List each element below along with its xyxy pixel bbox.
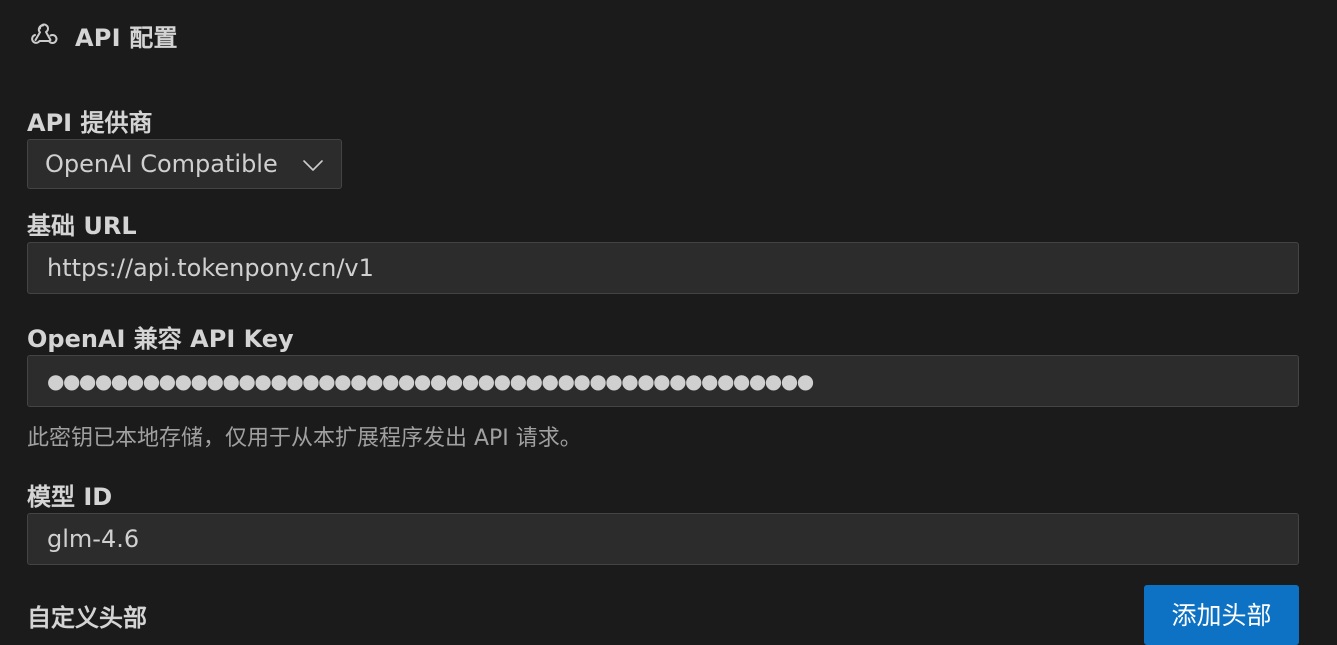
webhook-icon bbox=[27, 19, 59, 51]
add-header-button[interactable]: 添加头部 bbox=[1144, 585, 1299, 645]
provider-label: API 提供商 bbox=[27, 109, 153, 137]
api-key-value: ●●●●●●●●●●●●●●●●●●●●●●●●●●●●●●●●●●●●●●●●… bbox=[47, 369, 814, 393]
model-id-input[interactable]: glm-4.6 bbox=[27, 513, 1299, 565]
base-url-label: 基础 URL bbox=[27, 212, 137, 240]
provider-select-value: OpenAI Compatible bbox=[45, 150, 278, 178]
model-id-label: 模型 ID bbox=[27, 483, 113, 511]
section-header: API 配置 bbox=[27, 18, 178, 52]
api-key-help-text: 此密钥已本地存储，仅用于从本扩展程序发出 API 请求。 bbox=[27, 426, 582, 451]
api-key-input[interactable]: ●●●●●●●●●●●●●●●●●●●●●●●●●●●●●●●●●●●●●●●●… bbox=[27, 355, 1299, 407]
api-key-label: OpenAI 兼容 API Key bbox=[27, 325, 294, 353]
model-id-value: glm-4.6 bbox=[47, 525, 140, 553]
base-url-input[interactable]: https://api.tokenpony.cn/v1 bbox=[27, 242, 1299, 294]
chevron-down-icon bbox=[302, 154, 324, 176]
provider-select[interactable]: OpenAI Compatible bbox=[27, 139, 342, 189]
custom-headers-label: 自定义头部 bbox=[27, 604, 147, 632]
base-url-value: https://api.tokenpony.cn/v1 bbox=[47, 254, 374, 282]
section-title: API 配置 bbox=[75, 23, 178, 52]
